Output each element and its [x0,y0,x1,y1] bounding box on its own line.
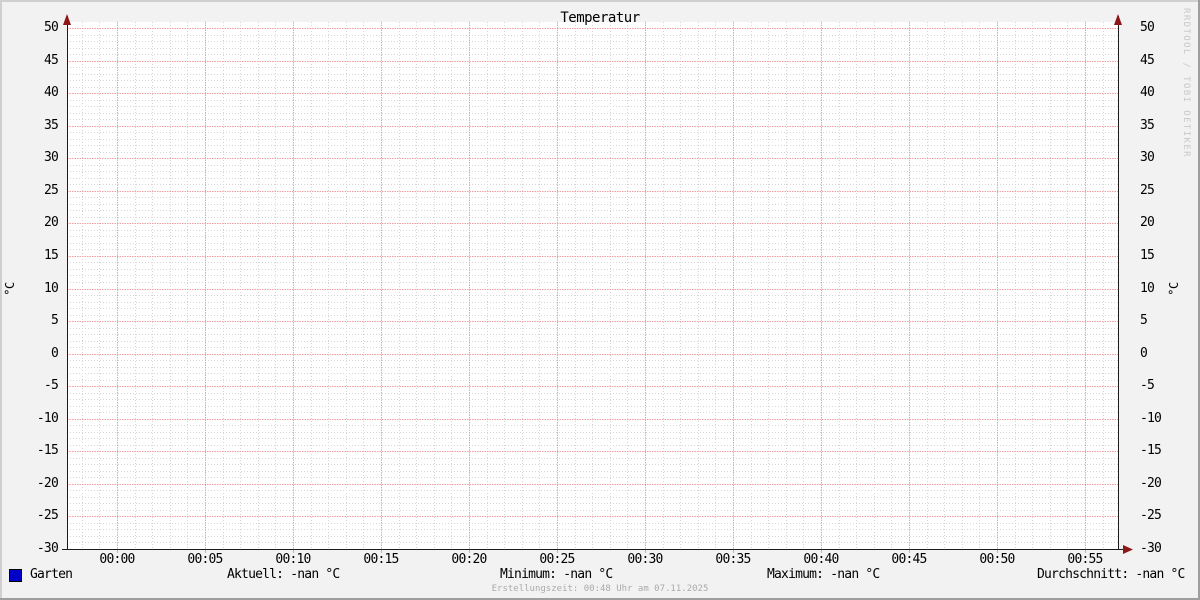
bevel-border-left [0,0,2,600]
y-axis-unit-left: °C [3,282,17,296]
y-axis-tick-label-left: 5 [50,313,59,328]
y-axis-tick-label-left: 15 [43,248,59,263]
rrdtool-watermark: RRDTOOL / TOBI OETIKER [1181,8,1191,159]
x-axis-tick-label: 00:50 [979,552,1015,567]
y-axis-tick-label-right: 0 [1140,346,1148,361]
x-axis-tick-label: 00:35 [715,552,751,567]
rrdtool-temperature-graph: Temperatur RRDTOOL / TOBI OETIKER °C °C … [0,0,1200,600]
legend-swatch-garten [9,569,22,582]
y-axis-tick-label-right: 5 [1140,313,1148,328]
stat-aktuell: Aktuell: -nan °C [227,567,340,582]
y-axis-tick-label-right: -15 [1140,443,1162,458]
y-axis-tick-label-right: -20 [1140,476,1162,491]
x-axis-tick-label: 00:00 [99,552,135,567]
x-axis-tick-label: 00:45 [891,552,927,567]
y-axis-tick-label-right: 45 [1140,53,1155,68]
x-axis-tick-label: 00:25 [539,552,575,567]
chart-title: Temperatur [560,10,640,26]
y-axis-tick-label-left: 25 [43,183,59,198]
legend-label-garten: Garten [30,567,73,582]
y-axis-tick-label-right: 10 [1140,281,1155,296]
y-axis-tick-label-right: 20 [1140,215,1155,230]
y-axis-tick-label-left: -30 [36,541,59,556]
y-axis-tick-label-right: 30 [1140,150,1155,165]
x-axis-tick-label: 00:10 [275,552,311,567]
y-axis-tick-label-left: -10 [36,411,59,426]
stat-minimum: Minimum: -nan °C [500,567,613,582]
y-axis-tick-label-left: 30 [43,150,59,165]
stat-durchschnitt: Durchschnitt: -nan °C [1037,567,1185,582]
y-axis-tick-label-left: 40 [43,85,59,100]
creation-timestamp: Erstellungszeit: 00:48 Uhr am 07.11.2025 [491,584,709,594]
y-axis-tick-label-left: 50 [43,20,59,35]
y-axis-tick-label-right: -25 [1140,508,1162,523]
x-axis-tick-label: 00:20 [451,552,487,567]
y-axis-tick-label-left: 10 [43,281,59,296]
y-axis-tick-label-right: 35 [1140,118,1155,133]
y-axis-tick-label-left: -25 [36,508,59,523]
x-axis-tick-label: 00:55 [1067,552,1103,567]
x-axis-tick-label: 00:15 [363,552,399,567]
stat-maximum: Maximum: -nan °C [767,567,880,582]
plot-area [62,14,1133,554]
y-axis-tick-label-right: 50 [1140,20,1155,35]
y-axis-tick-label-right: -30 [1140,541,1162,556]
y-axis-tick-label-right: -5 [1140,378,1155,393]
y-axis-tick-label-right: 15 [1140,248,1155,263]
x-axis-tick-label: 00:40 [803,552,839,567]
y-axis-tick-label-left: 0 [50,346,59,361]
x-axis-tick-label: 00:30 [627,552,663,567]
bevel-border-top [0,0,1200,2]
y-axis-tick-label-left: -20 [36,476,59,491]
y-axis-tick-label-left: 20 [43,215,59,230]
y-axis-tick-label-right: 40 [1140,85,1155,100]
y-axis-tick-label-right: -10 [1140,411,1162,426]
y-axis-tick-label-right: 25 [1140,183,1155,198]
y-axis-tick-label-left: -15 [36,443,59,458]
y-axis-tick-label-left: 45 [43,53,59,68]
x-axis-tick-label: 00:05 [187,552,223,567]
y-axis-tick-label-left: -5 [43,378,59,393]
y-axis-tick-label-left: 35 [43,118,59,133]
